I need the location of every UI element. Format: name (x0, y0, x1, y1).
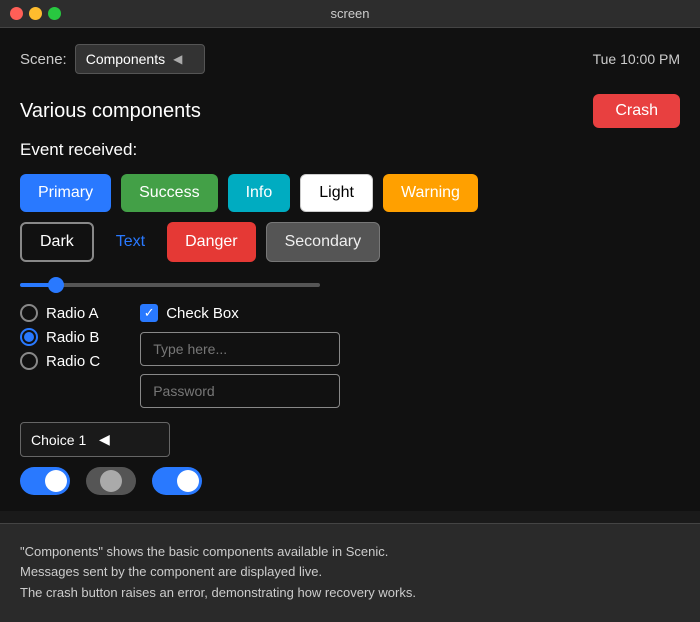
toggle-1[interactable] (20, 467, 70, 495)
warning-button[interactable]: Warning (383, 174, 478, 212)
slider-row (20, 274, 680, 292)
scene-row: Scene: Components ◀ Tue 10:00 PM (20, 44, 680, 74)
choice-value: Choice 1 (31, 432, 91, 448)
radio-a-label: Radio A (46, 305, 99, 322)
radio-group: Radio A Radio B Radio C (20, 304, 100, 408)
slider[interactable] (20, 283, 320, 287)
components-title: Various components (20, 100, 201, 123)
time-display: Tue 10:00 PM (593, 51, 680, 67)
checkbox-item[interactable]: ✓ Check Box (140, 304, 340, 322)
toggle-1-knob (45, 470, 67, 492)
secondary-button[interactable]: Secondary (266, 222, 381, 262)
components-header: Various components Crash (20, 94, 680, 128)
text-input[interactable] (140, 332, 340, 366)
radio-c[interactable]: Radio C (20, 352, 100, 370)
toggle-2-knob (100, 470, 122, 492)
light-button[interactable]: Light (300, 174, 373, 212)
close-button[interactable] (10, 7, 23, 20)
radio-c-label: Radio C (46, 353, 100, 370)
button-row-1: Primary Success Info Light Warning (20, 174, 680, 212)
controls-row: Radio A Radio B Radio C ✓ Check Box (20, 304, 680, 408)
checkbox-section: ✓ Check Box (140, 304, 340, 408)
toggle-3-knob (177, 470, 199, 492)
radio-b-label: Radio B (46, 329, 99, 346)
minimize-button[interactable] (29, 7, 42, 20)
event-label: Event received: (20, 140, 680, 160)
button-row-2: Dark Text Danger Secondary (20, 222, 680, 262)
success-button[interactable]: Success (121, 174, 217, 212)
checkbox-label: Check Box (166, 305, 239, 322)
scene-arrow-icon: ◀ (173, 52, 194, 66)
scene-value: Components (86, 51, 165, 67)
traffic-lights (10, 7, 61, 20)
choice-arrow-icon: ◀ (99, 431, 159, 448)
scene-label: Scene: (20, 51, 67, 68)
toggles-row (20, 467, 680, 495)
main-content: Scene: Components ◀ Tue 10:00 PM Various… (0, 28, 700, 511)
primary-button[interactable]: Primary (20, 174, 111, 212)
radio-b[interactable]: Radio B (20, 328, 100, 346)
text-button[interactable]: Text (104, 222, 157, 262)
info-line-1: "Components" shows the basic components … (20, 542, 680, 563)
info-line-2: Messages sent by the component are displ… (20, 562, 680, 583)
toggle-2[interactable] (86, 467, 136, 495)
checkbox-box: ✓ (140, 304, 158, 322)
scene-dropdown[interactable]: Components ◀ (75, 44, 205, 74)
info-button[interactable]: Info (228, 174, 291, 212)
title-bar: screen (0, 0, 700, 28)
danger-button[interactable]: Danger (167, 222, 255, 262)
info-bar: "Components" shows the basic components … (0, 523, 700, 622)
maximize-button[interactable] (48, 7, 61, 20)
info-line-3: The crash button raises an error, demons… (20, 583, 680, 604)
window-title: screen (330, 6, 369, 21)
radio-a-circle (20, 304, 38, 322)
toggle-3[interactable] (152, 467, 202, 495)
password-input[interactable] (140, 374, 340, 408)
radio-a[interactable]: Radio A (20, 304, 100, 322)
input-group (140, 332, 340, 408)
dark-button[interactable]: Dark (20, 222, 94, 262)
choice-dropdown[interactable]: Choice 1 ◀ (20, 422, 170, 457)
radio-c-circle (20, 352, 38, 370)
crash-button[interactable]: Crash (593, 94, 680, 128)
radio-b-circle (20, 328, 38, 346)
